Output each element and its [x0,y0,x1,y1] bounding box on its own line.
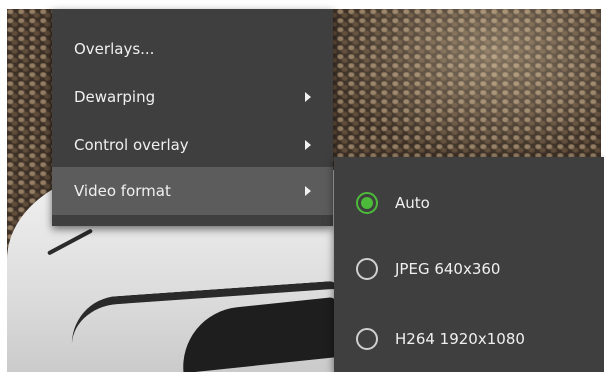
option-label: Auto [395,194,430,212]
radio-button-icon[interactable] [356,258,378,280]
video-format-option-jpeg[interactable]: JPEG 640x360 [334,247,604,291]
menu-item-label: Control overlay [74,136,189,154]
option-label: H264 1920x1080 [395,330,525,348]
video-format-option-h264[interactable]: H264 1920x1080 [334,317,604,361]
chevron-right-icon [305,186,311,196]
radio-button-icon[interactable] [356,328,378,350]
chevron-right-icon [305,92,311,102]
video-format-submenu: Auto JPEG 640x360 H264 1920x1080 [334,157,604,372]
radio-button-icon[interactable] [356,192,378,214]
menu-item-video-format[interactable]: Video format [52,167,333,215]
menu-item-label: Overlays... [74,40,155,58]
menu-item-label: Video format [74,182,171,200]
context-menu: Overlays... Dewarping Control overlay Vi… [52,9,333,226]
radio-checked-dot [361,197,373,209]
video-format-option-auto[interactable]: Auto [334,181,604,225]
menu-item-overlays[interactable]: Overlays... [52,25,333,73]
menu-item-label: Dewarping [74,88,156,106]
menu-item-dewarping[interactable]: Dewarping [52,73,333,121]
option-label: JPEG 640x360 [395,260,501,278]
chevron-right-icon [305,140,311,150]
menu-item-control-overlay[interactable]: Control overlay [52,121,333,169]
